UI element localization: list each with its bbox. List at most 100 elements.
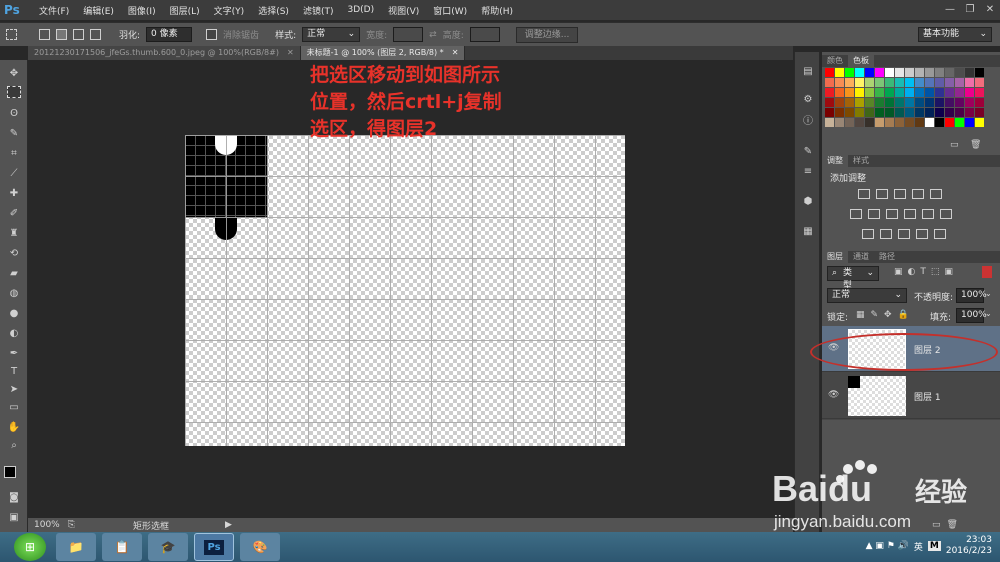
opacity-input[interactable]: 100% <box>956 288 987 303</box>
filter-toggle[interactable] <box>982 266 992 278</box>
color-swatch[interactable] <box>895 88 904 97</box>
color-swatch[interactable] <box>905 118 914 127</box>
layer-name[interactable]: 图层 1 <box>914 390 941 403</box>
color-swatch[interactable] <box>975 68 984 77</box>
intersect-selection-icon[interactable] <box>90 29 101 40</box>
color-swatch[interactable] <box>835 108 844 117</box>
close-icon[interactable]: ✕ <box>287 48 294 57</box>
color-swatch[interactable] <box>925 88 934 97</box>
color-swatch[interactable] <box>885 118 894 127</box>
new-swatch-icon[interactable]: ▭ <box>950 140 959 150</box>
color-swatch[interactable] <box>865 78 874 87</box>
foreground-color-swatch[interactable] <box>4 466 16 478</box>
color-swatch[interactable] <box>835 68 844 77</box>
quick-mask-icon[interactable]: ◙ <box>5 490 23 506</box>
chevron-down-icon[interactable]: ⌄ <box>985 309 992 318</box>
color-swatch[interactable] <box>895 118 904 127</box>
color-swatch[interactable] <box>965 68 974 77</box>
eyedropper-tool-icon[interactable]: ⟋ <box>5 166 23 182</box>
color-swatch[interactable] <box>825 98 834 107</box>
eraser-tool-icon[interactable]: ▰ <box>5 266 23 282</box>
color-swatch[interactable] <box>935 68 944 77</box>
antialias-checkbox[interactable] <box>206 29 218 40</box>
color-swatch[interactable] <box>935 118 944 127</box>
move-tool-icon[interactable]: ✥ <box>5 66 23 82</box>
delete-swatch-icon[interactable]: 🗑 <box>970 140 981 150</box>
color-swatch[interactable] <box>955 68 964 77</box>
color-swatch[interactable] <box>925 118 934 127</box>
close-button[interactable]: ✕ <box>980 3 1000 17</box>
color-swatch[interactable] <box>845 108 854 117</box>
color-swatch[interactable] <box>895 68 904 77</box>
black-white-icon[interactable] <box>886 209 898 219</box>
color-swatch[interactable] <box>865 68 874 77</box>
clock[interactable]: 23:03 2016/2/23 <box>946 535 992 557</box>
color-swatch[interactable] <box>845 118 854 127</box>
color-swatch[interactable] <box>945 108 954 117</box>
color-swatch[interactable] <box>865 118 874 127</box>
color-swatch[interactable] <box>855 88 864 97</box>
color-swatch[interactable] <box>915 88 924 97</box>
color-swatch[interactable] <box>935 98 944 107</box>
selective-color-icon[interactable] <box>916 229 928 239</box>
color-swatch[interactable] <box>945 118 954 127</box>
paint-bucket-tool-icon[interactable]: ◍ <box>5 286 23 302</box>
color-swatch[interactable] <box>925 68 934 77</box>
color-swatch[interactable] <box>825 78 834 87</box>
threshold-icon[interactable] <box>898 229 910 239</box>
hue-saturation-icon[interactable] <box>850 209 862 219</box>
eye-icon[interactable]: 👁 <box>828 390 839 400</box>
notes-taskbar-icon[interactable]: 📋 <box>102 533 142 561</box>
crop-tool-icon[interactable]: ⌗ <box>5 146 23 162</box>
color-swatch[interactable] <box>825 68 834 77</box>
properties-panel-icon[interactable]: ▦ <box>799 224 817 240</box>
ime-indicator[interactable]: 英 <box>914 540 923 553</box>
menu-help[interactable]: 帮助(H) <box>474 4 520 17</box>
color-swatch[interactable] <box>975 78 984 87</box>
color-swatch[interactable] <box>975 98 984 107</box>
color-swatch[interactable] <box>945 68 954 77</box>
layer-filter-icons[interactable]: ▣◐T⬚▣ <box>894 267 958 277</box>
color-swatch[interactable] <box>875 68 884 77</box>
color-swatch[interactable] <box>875 78 884 87</box>
exposure-icon[interactable] <box>912 189 924 199</box>
color-swatch[interactable] <box>865 88 874 97</box>
color-swatch[interactable] <box>955 118 964 127</box>
history-panel-icon[interactable]: ▤ <box>799 64 817 80</box>
color-swatch[interactable] <box>885 88 894 97</box>
rectangular-marquee-tool-icon[interactable] <box>7 86 21 98</box>
color-swatch[interactable] <box>885 68 894 77</box>
height-input[interactable] <box>469 27 500 42</box>
tab-swatches[interactable]: 色板 <box>848 55 874 67</box>
brush-tool-icon[interactable]: ✐ <box>5 206 23 222</box>
minimize-button[interactable]: — <box>940 3 960 17</box>
ime-mode[interactable]: M <box>927 541 941 551</box>
color-swatch[interactable] <box>835 118 844 127</box>
menu-select[interactable]: 选择(S) <box>251 4 296 17</box>
color-swatch[interactable] <box>895 78 904 87</box>
color-swatch[interactable] <box>965 98 974 107</box>
color-swatch[interactable] <box>845 68 854 77</box>
color-swatch[interactable] <box>875 98 884 107</box>
clone-stamp-tool-icon[interactable]: ♜ <box>5 226 23 242</box>
screen-mode-icon[interactable]: ▣ <box>5 510 23 526</box>
color-swatch[interactable] <box>935 108 944 117</box>
start-button[interactable]: ⊞ <box>14 533 46 561</box>
new-selection-icon[interactable] <box>39 29 50 40</box>
invert-icon[interactable] <box>862 229 874 239</box>
color-swatch[interactable] <box>915 98 924 107</box>
color-swatch[interactable] <box>825 118 834 127</box>
color-swatch[interactable] <box>895 108 904 117</box>
color-swatch[interactable] <box>945 88 954 97</box>
pen-tool-icon[interactable]: ✒ <box>5 346 23 362</box>
blend-mode-select[interactable]: 正常 ⌄ <box>827 288 907 303</box>
color-swatch[interactable] <box>945 78 954 87</box>
color-swatch[interactable] <box>905 78 914 87</box>
color-swatch[interactable] <box>885 98 894 107</box>
explorer-taskbar-icon[interactable]: 📁 <box>56 533 96 561</box>
menu-window[interactable]: 窗口(W) <box>426 4 474 17</box>
photo-filter-icon[interactable] <box>904 209 916 219</box>
color-swatch[interactable] <box>965 78 974 87</box>
color-swatch[interactable] <box>845 98 854 107</box>
marquee-preset-icon[interactable] <box>6 29 17 40</box>
